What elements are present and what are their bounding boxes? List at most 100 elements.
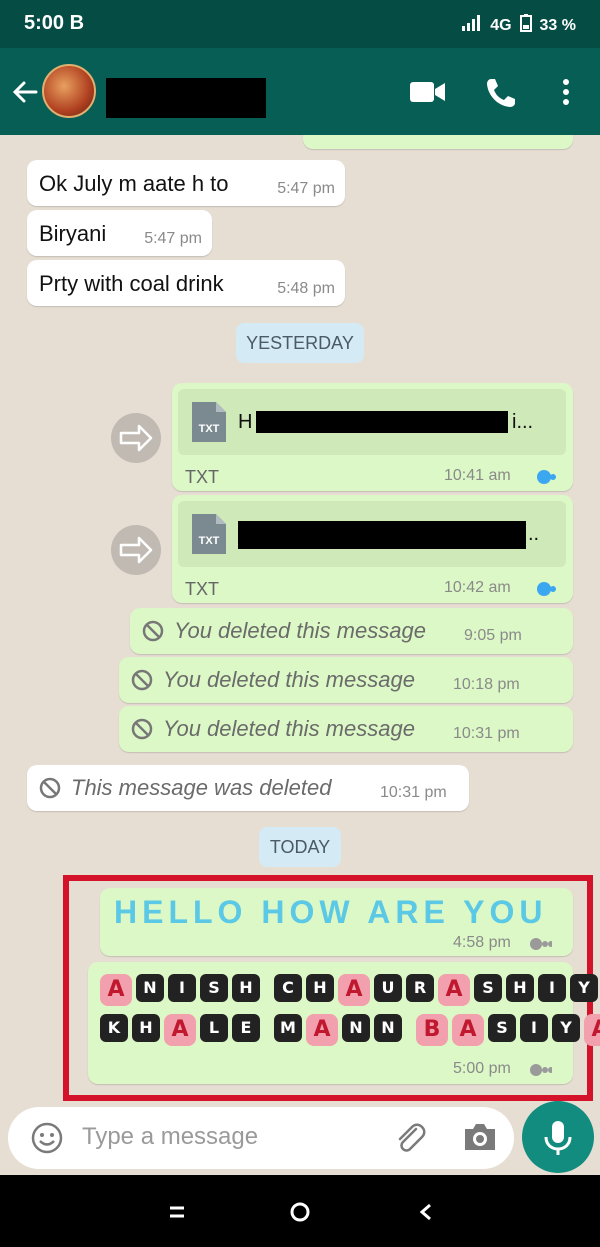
back-arrow-icon[interactable] [10, 78, 38, 106]
message-text: HELLO HOW ARE YOU [114, 894, 548, 930]
pending-receipt-icon [530, 1064, 552, 1076]
file-icon-label: TXT [199, 423, 220, 435]
message-input-container[interactable]: Type a message [8, 1107, 514, 1169]
letter-tile: A [306, 1014, 338, 1046]
message-bubble-incoming[interactable]: Ok July m aate h to 5:47 pm [27, 160, 345, 206]
status-bar: 5:00 B 4G 33 % [0, 0, 600, 48]
file-message-bubble[interactable]: TXT H i... TXT 10:41 am [172, 383, 573, 491]
system-navigation-bar [0, 1175, 600, 1247]
file-name-redacted [238, 521, 526, 549]
file-name-end: .. [528, 523, 540, 545]
letter-tile: Y [552, 1014, 580, 1042]
message-bubble-incoming[interactable]: Biryani 5:47 pm [27, 210, 212, 256]
letter-tile: B [416, 1014, 448, 1046]
letter-tile: A [438, 974, 470, 1006]
letter-tile: I [168, 974, 196, 1002]
letter-tile: C [274, 974, 302, 1002]
mic-icon [544, 1121, 572, 1155]
attach-icon[interactable] [394, 1121, 426, 1155]
read-receipt-icon [537, 470, 556, 484]
message-text: Biryani [39, 221, 107, 246]
letter-tile: R [406, 974, 434, 1002]
message-time: 5:48 pm [277, 280, 335, 297]
message-bubble-incoming[interactable]: Prty with coal drink 5:48 pm [27, 260, 345, 306]
letter-tile: I [538, 974, 566, 1002]
message-time: 10:18 pm [453, 676, 520, 693]
file-type: TXT [185, 579, 219, 599]
letter-tile: A [452, 1014, 484, 1046]
letter-gap [406, 1014, 412, 1046]
phone-icon[interactable] [484, 76, 518, 110]
chat-header [0, 48, 600, 135]
letter-tile: H [232, 974, 260, 1002]
back-icon[interactable] [410, 1197, 440, 1227]
letter-tile: A [584, 1014, 600, 1046]
letter-tile: I [520, 1014, 548, 1042]
letter-tile: N [342, 1014, 370, 1042]
file-type: TXT [185, 467, 219, 487]
ban-icon [142, 620, 164, 642]
message-text: Ok July m aate h to [39, 171, 229, 196]
forward-arrow-icon [119, 424, 153, 452]
letter-gap [264, 1014, 270, 1046]
message-time: 4:58 pm [453, 934, 511, 951]
message-bubble-partial[interactable] [303, 135, 573, 149]
forward-button[interactable] [111, 525, 161, 575]
deleted-message-text: You deleted this message [163, 667, 415, 692]
letter-tile: S [200, 974, 228, 1002]
letter-tile: H [306, 974, 334, 1002]
battery-label: 33 % [539, 16, 576, 34]
network-label: 4G [490, 16, 512, 34]
mic-button[interactable] [522, 1101, 594, 1173]
file-message-bubble[interactable]: TXT .. TXT 10:42 am [172, 495, 573, 603]
letter-tile: E [232, 1014, 260, 1042]
letter-tile: U [374, 974, 402, 1002]
battery-icon [519, 14, 532, 37]
file-attachment[interactable]: TXT .. [178, 501, 566, 567]
deleted-message-bubble-incoming[interactable]: This message was deleted 10:31 pm [27, 765, 469, 811]
letter-tile: M [274, 1014, 302, 1042]
message-time: 10:41 am [444, 467, 511, 484]
read-receipt-icon [537, 582, 556, 596]
date-separator-today: TODAY [259, 827, 341, 867]
message-time: 5:47 pm [277, 180, 335, 197]
file-icon-label: TXT [199, 535, 220, 547]
status-time: 5:00 B [24, 12, 85, 34]
deleted-message-bubble[interactable]: You deleted this message 10:18 pm [119, 657, 573, 703]
letter-tile: A [338, 974, 370, 1006]
file-attachment[interactable]: TXT H i... [178, 389, 566, 455]
letter-tile: A [164, 1014, 196, 1046]
ban-icon [131, 718, 153, 740]
ban-icon [39, 777, 61, 799]
fancy-text-line-1: ANISHCHAURASHIYA [100, 974, 600, 1006]
camera-icon[interactable] [462, 1121, 498, 1153]
message-time: 10:31 pm [380, 784, 447, 801]
message-bubble-outgoing[interactable]: ANISHCHAURASHIYA KHALEMANNBASIYA 5:00 pm [88, 962, 600, 1084]
message-bubble-outgoing[interactable]: HELLO HOW ARE YOU 4:58 pm [100, 888, 573, 956]
letter-tile: K [100, 1014, 128, 1042]
ban-icon [131, 669, 153, 691]
video-call-icon[interactable] [410, 80, 446, 104]
message-time: 10:31 pm [453, 725, 520, 742]
letter-tile: H [506, 974, 534, 1002]
contact-name-redacted[interactable] [106, 78, 266, 118]
letter-tile: L [200, 1014, 228, 1042]
chat-area[interactable]: Ok July m aate h to 5:47 pm Biryani 5:47… [0, 135, 600, 1105]
more-vert-icon[interactable] [558, 78, 574, 106]
message-input[interactable]: Type a message [82, 1123, 258, 1151]
letter-tile: A [100, 974, 132, 1006]
date-separator-yesterday: YESTERDAY [236, 323, 364, 363]
forward-button[interactable] [111, 413, 161, 463]
contact-avatar[interactable] [42, 64, 96, 118]
recents-icon[interactable] [162, 1197, 192, 1227]
letter-tile: S [488, 1014, 516, 1042]
deleted-message-bubble[interactable]: You deleted this message 10:31 pm [119, 706, 573, 752]
home-icon[interactable] [285, 1197, 315, 1227]
signal-icon [462, 15, 482, 36]
fancy-text-line-2: KHALEMANNBASIYA [100, 1014, 600, 1046]
deleted-message-text: You deleted this message [163, 716, 415, 741]
emoji-icon[interactable] [30, 1121, 64, 1155]
deleted-message-bubble[interactable]: You deleted this message 9:05 pm [130, 608, 573, 654]
deleted-message-text: This message was deleted [71, 775, 332, 800]
message-time: 9:05 pm [464, 627, 522, 644]
